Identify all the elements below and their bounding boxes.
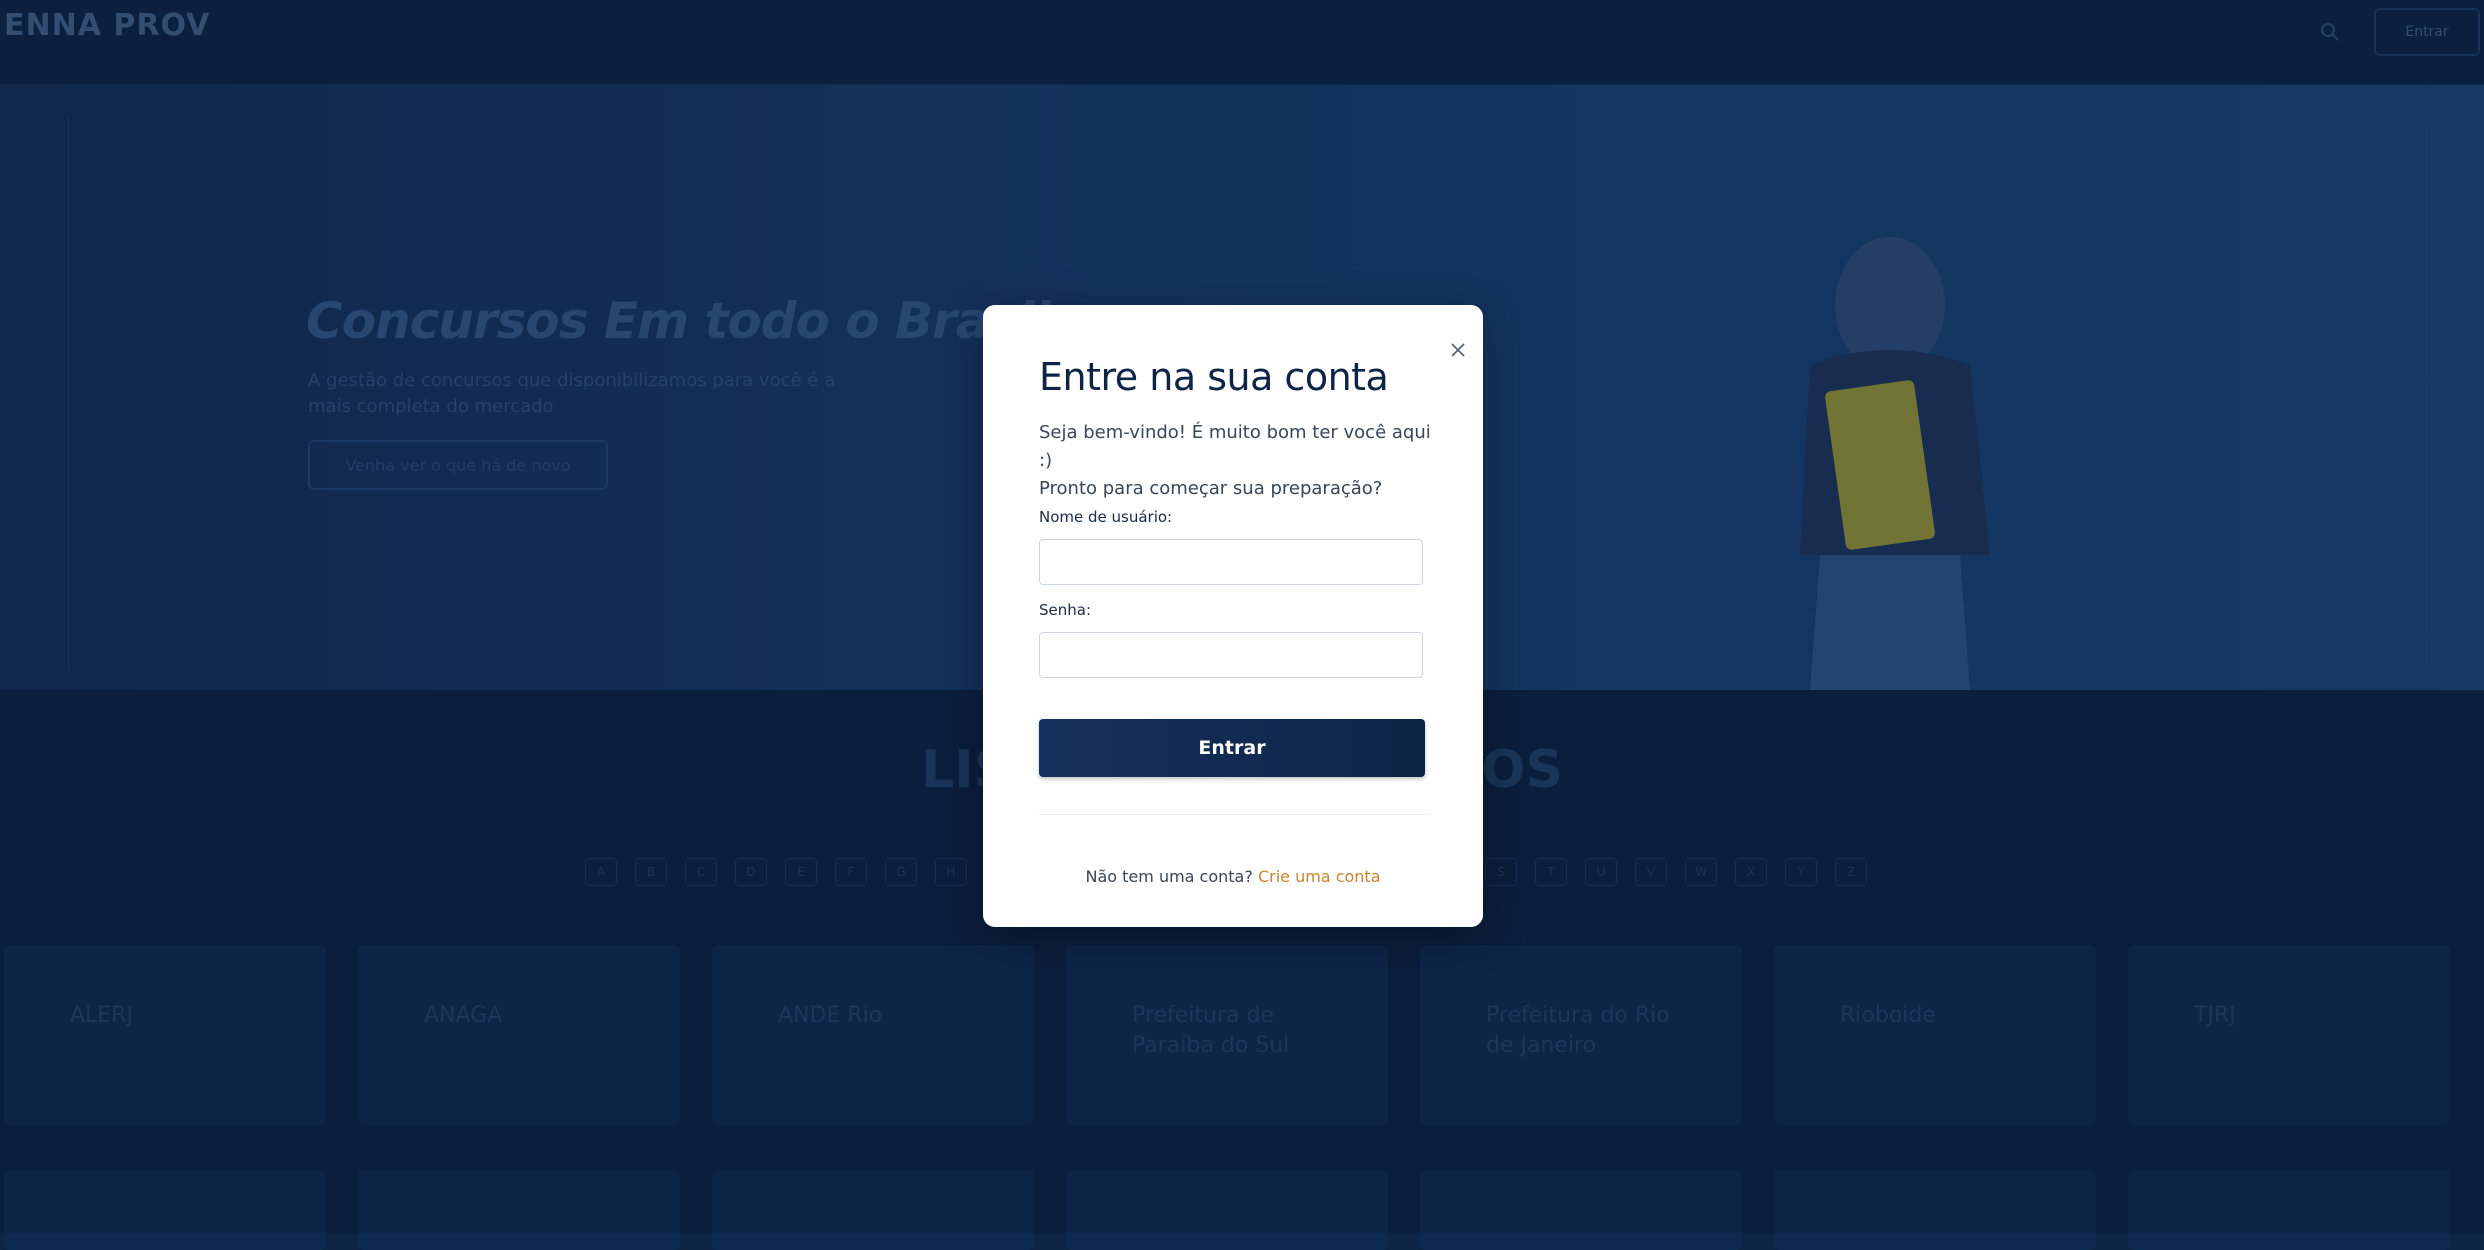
welcome-line-2: Pronto para começar sua preparação? [1039,478,1383,499]
login-modal: Entre na sua conta Seja bem-vindo! É mui… [983,305,1483,927]
no-account-text: Não tem uma conta? [1085,867,1253,886]
signup-prompt: Não tem uma conta? Crie uma conta [983,867,1483,886]
divider [1039,814,1431,815]
modal-title: Entre na sua conta [1039,355,1389,399]
welcome-line-1: Seja bem-vindo! É muito bom ter você aqu… [1039,422,1431,471]
close-icon [1451,343,1465,357]
password-label: Senha: [1039,601,1092,619]
signup-link[interactable]: Crie uma conta [1258,867,1381,886]
close-button[interactable] [1443,335,1473,365]
username-input[interactable] [1039,539,1423,585]
password-input[interactable] [1039,632,1423,678]
username-label: Nome de usuário: [1039,508,1173,526]
login-submit-button[interactable]: Entrar [1039,719,1425,777]
welcome-text: Seja bem-vindo! É muito bom ter você aqu… [1039,419,1439,503]
